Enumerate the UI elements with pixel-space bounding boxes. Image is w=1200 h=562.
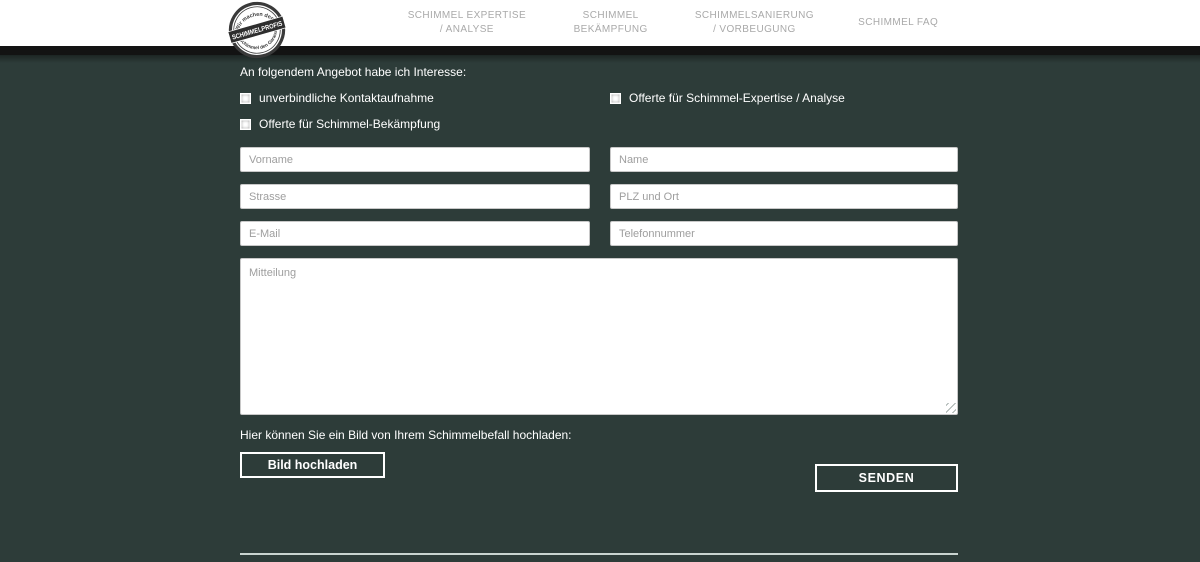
checkbox-row-2: Offerte für Schimmel-Bekämpfung [240, 118, 958, 131]
mitteilung-textarea[interactable] [240, 258, 958, 415]
checkbox-row-1: unverbindliche Kontaktaufnahme Offerte f… [240, 92, 958, 105]
form-intro-text: An folgendem Angebot habe ich Interesse: [240, 65, 958, 79]
nav-item-expertise-analyse[interactable]: SCHIMMEL EXPERTISE / ANALYSE [395, 9, 539, 38]
button-zone: Bild hochladen SENDEN [240, 452, 958, 524]
plz-ort-field[interactable] [610, 184, 958, 209]
telefon-field[interactable] [610, 221, 958, 246]
footer-divider [240, 553, 958, 555]
checkbox-option-kontaktaufnahme[interactable]: unverbindliche Kontaktaufnahme [240, 92, 590, 105]
email-field[interactable] [240, 221, 590, 246]
stamp-logo-icon: Wir machen dem Schimmel den Garaus SCHIM… [228, 1, 286, 59]
upload-image-button[interactable]: Bild hochladen [240, 452, 385, 478]
checkbox-box-icon[interactable] [240, 93, 251, 104]
vorname-field[interactable] [240, 147, 590, 172]
main-nav: SCHIMMEL EXPERTISE / ANALYSE SCHIMMEL BE… [395, 0, 970, 46]
nav-item-bekaempfung[interactable]: SCHIMMEL BEKÄMPFUNG [539, 9, 683, 38]
header-shadow [0, 55, 1200, 63]
upload-hint-text: Hier können Sie ein Bild von Ihrem Schim… [240, 428, 958, 442]
send-button[interactable]: SENDEN [815, 464, 958, 492]
checkbox-option-bekaempfung[interactable]: Offerte für Schimmel-Bekämpfung [240, 118, 590, 131]
name-field[interactable] [610, 147, 958, 172]
schimmelprofis-logo[interactable]: Wir machen dem Schimmel den Garaus SCHIM… [228, 1, 286, 59]
checkbox-option-expertise-analyse[interactable]: Offerte für Schimmel-Expertise / Analyse [610, 92, 958, 105]
strasse-field[interactable] [240, 184, 590, 209]
nav-item-faq[interactable]: SCHIMMEL FAQ [826, 16, 970, 31]
header-black-bar [0, 46, 1200, 55]
checkbox-label: Offerte für Schimmel-Expertise / Analyse [629, 92, 845, 105]
checkbox-box-icon[interactable] [240, 119, 251, 130]
checkbox-label: Offerte für Schimmel-Bekämpfung [259, 118, 440, 131]
nav-item-sanierung-vorbeugung[interactable]: SCHIMMELSANIERUNG / VORBEUGUNG [683, 9, 827, 38]
contact-form: An folgendem Angebot habe ich Interesse:… [240, 56, 958, 562]
input-fields [240, 147, 958, 415]
checkbox-box-icon[interactable] [610, 93, 621, 104]
checkbox-label: unverbindliche Kontaktaufnahme [259, 92, 434, 105]
